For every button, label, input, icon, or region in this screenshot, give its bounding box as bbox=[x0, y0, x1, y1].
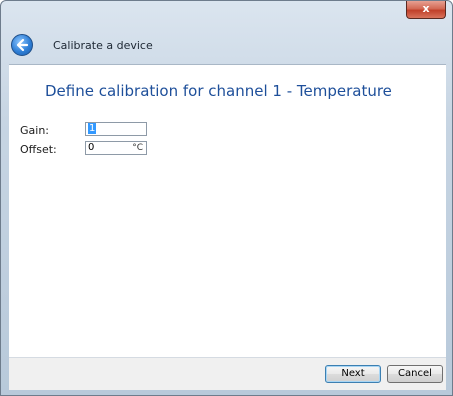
close-button[interactable]: x bbox=[406, 1, 446, 19]
page-heading: Define calibration for channel 1 - Tempe… bbox=[45, 82, 392, 100]
offset-unit: °C bbox=[132, 143, 143, 153]
gain-input[interactable]: 1 bbox=[85, 122, 147, 136]
title-bar: x Calibrate a device bbox=[1, 1, 452, 63]
arrow-left-icon bbox=[16, 38, 29, 52]
wizard-footer: Next Cancel bbox=[9, 357, 446, 390]
offset-input[interactable]: 0 °C bbox=[85, 141, 147, 155]
window-title: Calibrate a device bbox=[53, 39, 153, 52]
offset-label: Offset: bbox=[20, 143, 57, 156]
wizard-content: Define calibration for channel 1 - Tempe… bbox=[9, 64, 446, 358]
cancel-button[interactable]: Cancel bbox=[387, 365, 443, 383]
back-arrow-icon[interactable] bbox=[11, 34, 33, 56]
next-button[interactable]: Next bbox=[325, 365, 381, 383]
gain-label: Gain: bbox=[20, 124, 49, 137]
gain-input-value: 1 bbox=[88, 123, 97, 134]
offset-input-value: 0 bbox=[88, 142, 95, 153]
wizard-window: x Calibrate a device Define calibration … bbox=[0, 0, 453, 396]
